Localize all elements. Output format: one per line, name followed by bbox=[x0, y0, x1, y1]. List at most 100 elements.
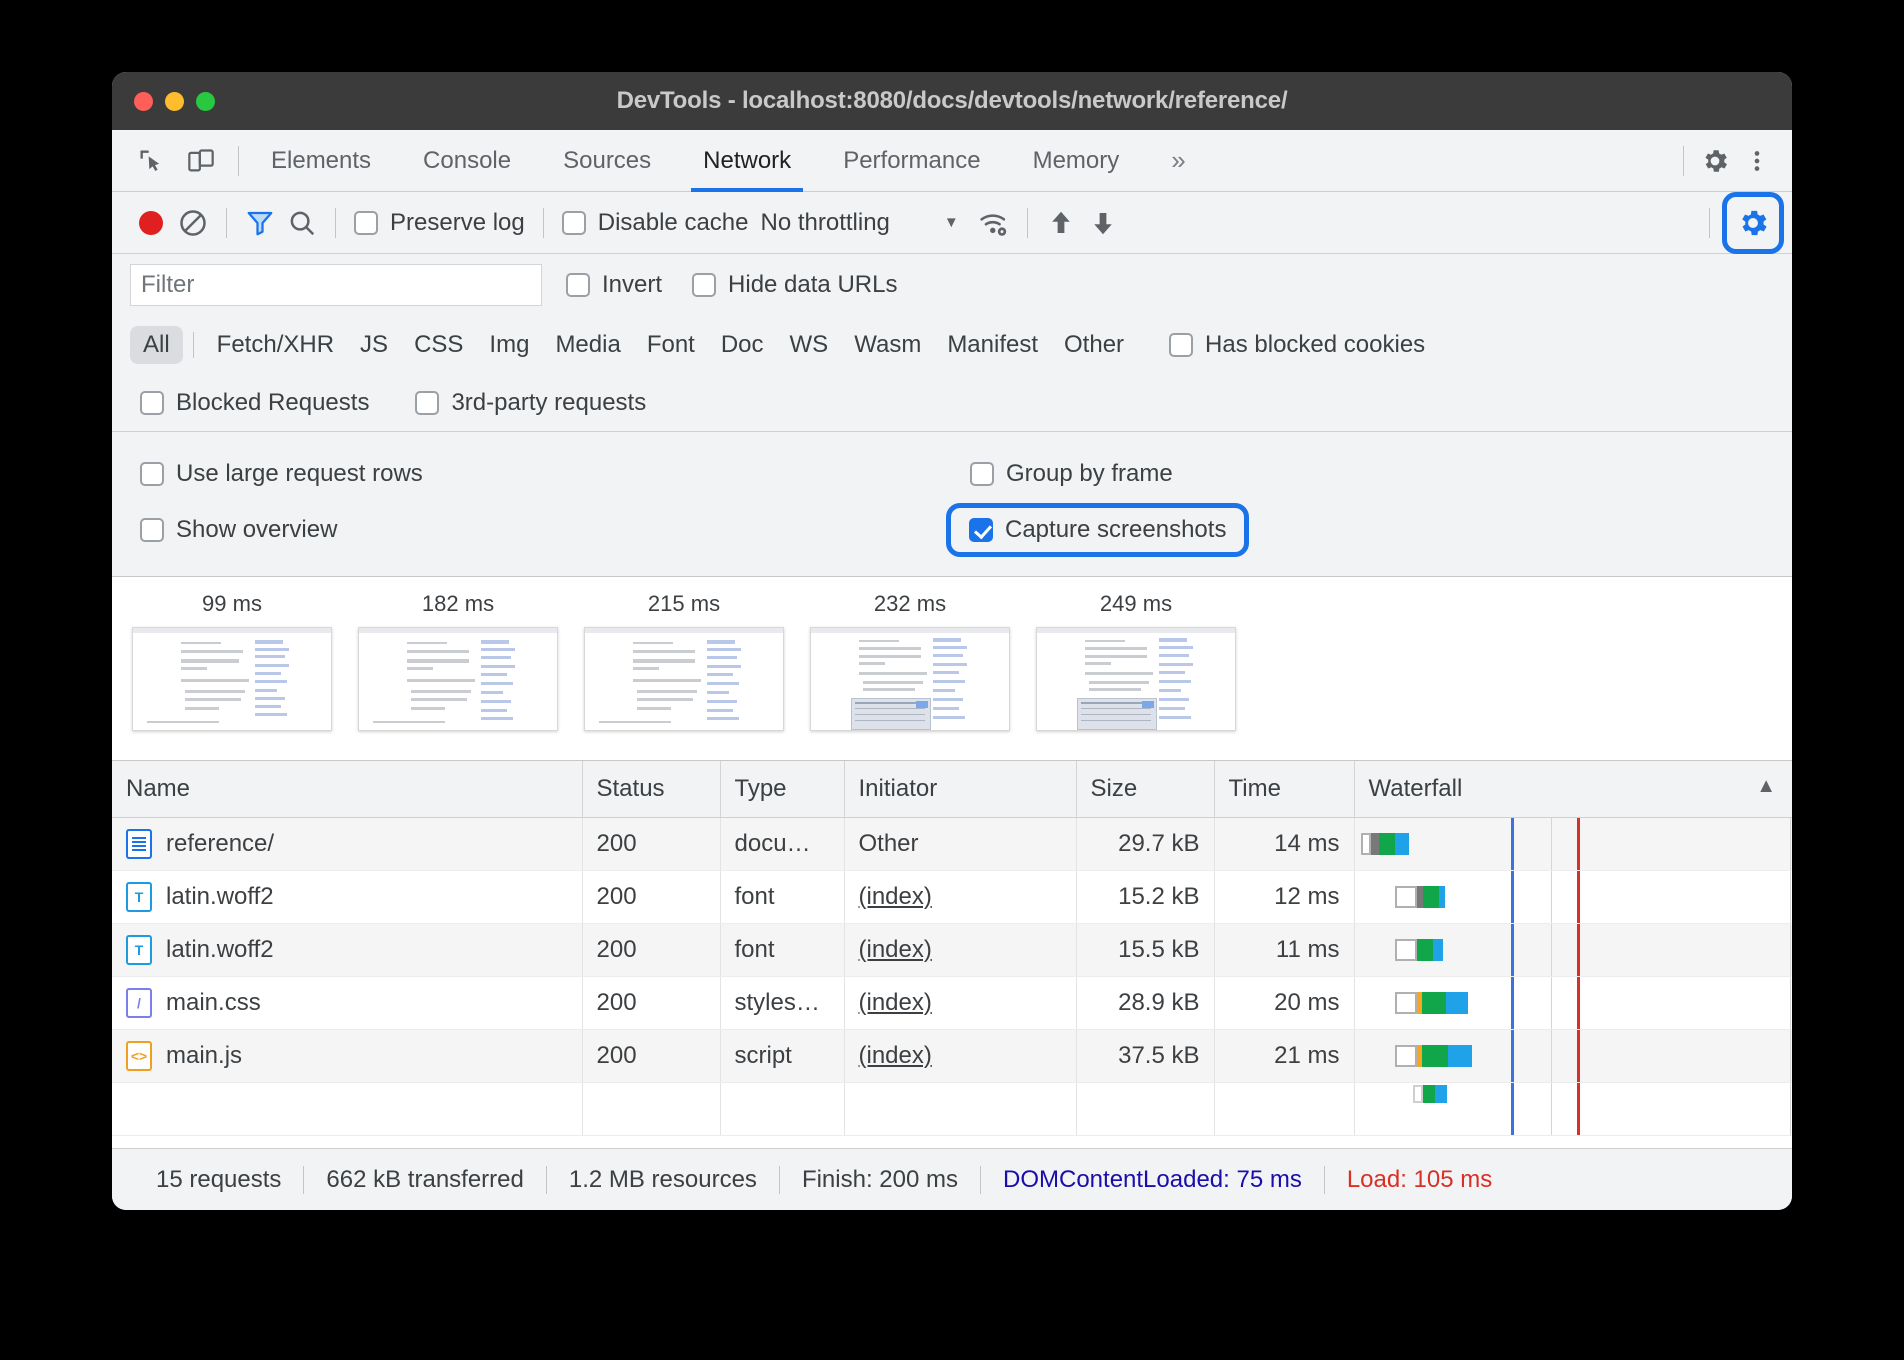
type-filter-fetch-xhr[interactable]: Fetch/XHR bbox=[204, 326, 347, 364]
window-title: DevTools - localhost:8080/docs/devtools/… bbox=[112, 87, 1792, 115]
type-filter-ws[interactable]: WS bbox=[777, 326, 842, 364]
type-filter-all[interactable]: All bbox=[130, 326, 183, 364]
type-filter-other[interactable]: Other bbox=[1051, 326, 1137, 364]
preserve-log-checkbox[interactable]: Preserve log bbox=[348, 209, 531, 237]
filmstrip-frame-time: 249 ms bbox=[1100, 591, 1172, 617]
filmstrip-frame[interactable]: 249 ms bbox=[1036, 591, 1236, 740]
invert-checkbox[interactable]: Invert bbox=[560, 271, 668, 299]
column-header-waterfall[interactable]: Waterfall ▲ bbox=[1354, 761, 1792, 817]
type-filter-font[interactable]: Font bbox=[634, 326, 708, 364]
disable-cache-checkbox[interactable]: Disable cache bbox=[556, 209, 755, 237]
filmstrip-frame[interactable]: 182 ms bbox=[358, 591, 558, 740]
type-filter-divider bbox=[193, 332, 194, 358]
tab-elements[interactable]: Elements bbox=[245, 130, 397, 191]
table-row[interactable]: T latin.woff2 200 font (index) 15.2 kB 1… bbox=[112, 870, 1792, 923]
group-by-frame-checkbox[interactable]: Group by frame bbox=[964, 460, 1179, 488]
cell-type: script bbox=[720, 1029, 844, 1082]
capture-screenshots-checkbox[interactable]: Capture screenshots bbox=[946, 503, 1249, 557]
disable-cache-label: Disable cache bbox=[598, 209, 749, 237]
network-settings-button[interactable] bbox=[1722, 192, 1784, 254]
column-header-time[interactable]: Time bbox=[1214, 761, 1354, 817]
network-status-bar: 15 requests 662 kB transferred 1.2 MB re… bbox=[112, 1148, 1792, 1210]
chevron-double-right-icon: » bbox=[1171, 145, 1185, 176]
cell-waterfall bbox=[1354, 1082, 1792, 1135]
cell-status: 200 bbox=[582, 976, 720, 1029]
type-filter-doc[interactable]: Doc bbox=[708, 326, 777, 364]
blocked-requests-checkbox[interactable]: Blocked Requests bbox=[134, 389, 375, 417]
tab-network[interactable]: Network bbox=[677, 130, 817, 191]
filter-icon[interactable] bbox=[239, 202, 281, 244]
table-row-partial[interactable] bbox=[112, 1082, 1792, 1135]
devtools-settings-gear-icon[interactable] bbox=[1698, 144, 1732, 178]
table-row[interactable]: <> main.js 200 script (index) 37.5 kB 21… bbox=[112, 1029, 1792, 1082]
type-filter-css[interactable]: CSS bbox=[401, 326, 476, 364]
show-overview-checkbox[interactable]: Show overview bbox=[134, 516, 964, 544]
type-filter-wasm[interactable]: Wasm bbox=[841, 326, 934, 364]
column-header-name[interactable]: Name bbox=[112, 761, 582, 817]
tab-sources[interactable]: Sources bbox=[537, 130, 677, 191]
inspect-element-icon[interactable] bbox=[134, 144, 168, 178]
throttling-select[interactable]: No throttling ▼ bbox=[760, 209, 958, 237]
table-row[interactable]: T latin.woff2 200 font (index) 15.5 kB 1… bbox=[112, 923, 1792, 976]
column-header-size[interactable]: Size bbox=[1076, 761, 1214, 817]
panel-tabs: Elements Console Sources Network Perform… bbox=[245, 130, 1212, 191]
hide-data-urls-label: Hide data URLs bbox=[728, 271, 897, 299]
filmstrip-frame[interactable]: 99 ms bbox=[132, 591, 332, 740]
import-har-icon[interactable] bbox=[1040, 202, 1082, 244]
cell-time: 11 ms bbox=[1214, 923, 1354, 976]
grid-line bbox=[1790, 924, 1791, 976]
initiator-link[interactable]: (index) bbox=[859, 1042, 932, 1069]
search-icon[interactable] bbox=[281, 202, 323, 244]
cell-initiator bbox=[844, 1082, 1076, 1135]
initiator-link[interactable]: (index) bbox=[859, 936, 932, 963]
record-button[interactable] bbox=[130, 202, 172, 244]
grid-line bbox=[1790, 871, 1791, 923]
initiator-link[interactable]: (index) bbox=[859, 989, 932, 1016]
cell-waterfall bbox=[1354, 923, 1792, 976]
cell-status: 200 bbox=[582, 817, 720, 870]
grid-line bbox=[1790, 818, 1791, 870]
filter-input[interactable] bbox=[130, 264, 542, 306]
network-conditions-icon[interactable] bbox=[973, 202, 1015, 244]
column-header-initiator[interactable]: Initiator bbox=[844, 761, 1076, 817]
use-large-request-rows-checkbox[interactable]: Use large request rows bbox=[134, 460, 964, 488]
has-blocked-cookies-checkbox[interactable]: Has blocked cookies bbox=[1163, 331, 1431, 359]
cell-type: docu… bbox=[720, 817, 844, 870]
invert-label: Invert bbox=[602, 271, 662, 299]
cell-type bbox=[720, 1082, 844, 1135]
cell-status: 200 bbox=[582, 923, 720, 976]
request-name: latin.woff2 bbox=[166, 936, 274, 964]
initiator-link[interactable]: (index) bbox=[859, 883, 932, 910]
hide-data-urls-checkbox[interactable]: Hide data URLs bbox=[686, 271, 903, 299]
type-filter-js[interactable]: JS bbox=[347, 326, 401, 364]
cell-initiator: Other bbox=[844, 817, 1076, 870]
toolbar-divider-5 bbox=[1709, 208, 1710, 238]
filmstrip-frame[interactable]: 215 ms bbox=[584, 591, 784, 740]
column-header-status[interactable]: Status bbox=[582, 761, 720, 817]
tab-performance[interactable]: Performance bbox=[817, 130, 1006, 191]
cell-initiator: (index) bbox=[844, 923, 1076, 976]
kebab-menu-icon[interactable] bbox=[1740, 144, 1774, 178]
type-filter-manifest[interactable]: Manifest bbox=[934, 326, 1051, 364]
tab-console[interactable]: Console bbox=[397, 130, 537, 191]
table-row[interactable]: / main.css 200 styles… (index) 28.9 kB 2… bbox=[112, 976, 1792, 1029]
cell-time: 20 ms bbox=[1214, 976, 1354, 1029]
type-filter-media[interactable]: Media bbox=[542, 326, 633, 364]
tab-memory[interactable]: Memory bbox=[1007, 130, 1146, 191]
table-row[interactable]: reference/ 200 docu… Other 29.7 kB 14 ms bbox=[112, 817, 1792, 870]
more-tabs-button[interactable]: » bbox=[1145, 130, 1211, 191]
type-filter-img[interactable]: Img bbox=[476, 326, 542, 364]
third-party-requests-checkbox[interactable]: 3rd-party requests bbox=[409, 389, 652, 417]
clear-icon[interactable] bbox=[172, 202, 214, 244]
filmstrip-frame[interactable]: 232 ms bbox=[810, 591, 1010, 740]
cell-size: 15.5 kB bbox=[1076, 923, 1214, 976]
checkbox-box bbox=[140, 391, 164, 415]
export-har-icon[interactable] bbox=[1082, 202, 1124, 244]
filmstrip-frame-time: 215 ms bbox=[648, 591, 720, 617]
column-header-type[interactable]: Type bbox=[720, 761, 844, 817]
cell-name: T latin.woff2 bbox=[112, 870, 582, 923]
checkbox-box bbox=[969, 518, 993, 542]
cell-status: 200 bbox=[582, 870, 720, 923]
status-requests: 15 requests bbox=[134, 1166, 303, 1194]
device-toolbar-icon[interactable] bbox=[184, 144, 218, 178]
